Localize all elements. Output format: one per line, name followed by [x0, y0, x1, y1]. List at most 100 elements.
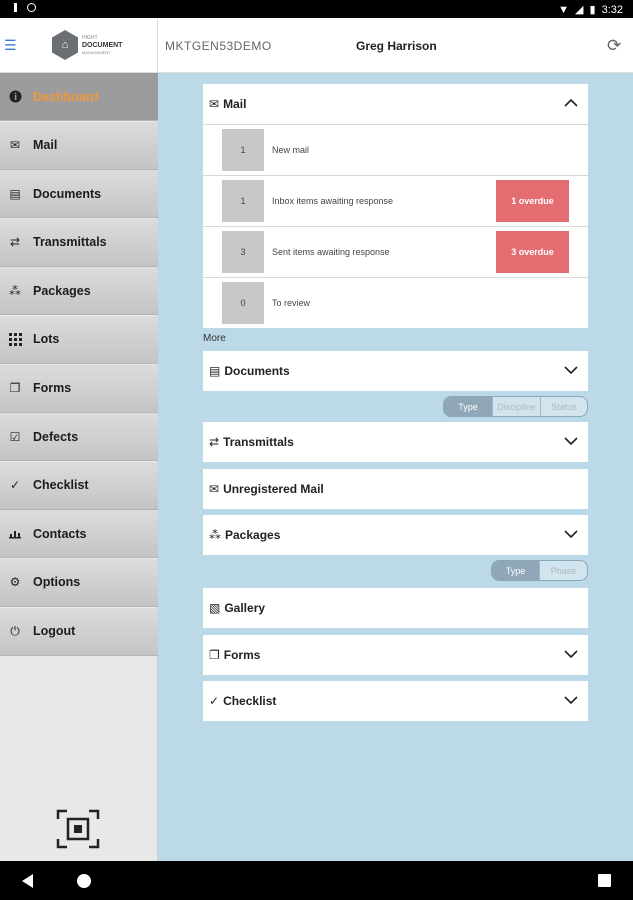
power-icon: ⏻ — [10, 623, 20, 638]
contacts-chart-icon — [8, 527, 22, 541]
transmittals-card[interactable]: ⇄ Transmittals — [203, 422, 588, 462]
mail-card: ✉ Mail 1 New mail 1 Inbox items awaiting… — [203, 84, 588, 328]
grid-icon — [8, 332, 22, 346]
checklist-icon: ✓ — [9, 478, 21, 493]
header-divider — [157, 18, 158, 73]
documents-card[interactable]: ▤ Documents — [203, 351, 588, 391]
chevron-up-icon[interactable] — [564, 96, 578, 110]
sidebar-item-label: Lots — [33, 332, 60, 347]
clock: 3:32 — [601, 3, 623, 16]
mail-row-inbox-awaiting[interactable]: 1 Inbox items awaiting response 1 overdu… — [203, 175, 588, 226]
logo-line-1: HIGHT — [82, 34, 98, 41]
gear-icon: ⚙ — [9, 575, 21, 590]
logo-line-3: MANAGEMENT — [82, 49, 111, 55]
card-title: Mail — [223, 97, 247, 111]
mail-count: 0 — [222, 282, 264, 324]
card-title: Transmittals — [223, 435, 294, 449]
transmittal-arrows-icon: ⇄ — [9, 235, 21, 250]
checklist-icon: ✓ — [209, 694, 220, 708]
chevron-down-icon[interactable] — [564, 434, 578, 448]
logo-hexagon: ⌂ — [52, 30, 78, 60]
wifi-icon: ▼ — [558, 3, 570, 16]
card-title: Documents — [224, 364, 290, 378]
card-title: Gallery — [224, 601, 266, 615]
sidebar-item-label: Logout — [33, 624, 76, 639]
recent-apps-icon[interactable] — [598, 874, 611, 887]
sidebar-item-label: Packages — [33, 283, 91, 298]
project-code: MKTGEN53DEMO — [165, 39, 272, 53]
sidebar-item-label: Defects — [33, 429, 79, 444]
segment-type[interactable]: Type — [492, 561, 539, 580]
sidebar-item-options[interactable]: ⚙ Options — [0, 558, 158, 607]
segment-status[interactable]: Status — [540, 397, 587, 416]
back-icon[interactable] — [22, 874, 33, 888]
status-bar: ▼ ◢ ▮ 3:32 — [0, 0, 633, 18]
sync-status-icon — [27, 3, 36, 12]
sidebar-item-checklist[interactable]: ✓ Checklist — [0, 461, 158, 510]
mail-row-label: Sent items awaiting response — [272, 247, 390, 257]
transmittal-arrows-icon: ⇄ — [209, 435, 220, 449]
sidebar-item-dashboard[interactable]: Dashboard — [0, 73, 158, 121]
segment-phase[interactable]: Phase — [539, 561, 587, 580]
more-link[interactable]: More — [203, 333, 226, 344]
mail-row-label: New mail — [272, 145, 310, 155]
sidebar-item-contacts[interactable]: Contacts — [0, 510, 158, 559]
sidebar-item-packages[interactable]: ⁂ Packages — [0, 267, 158, 316]
mail-card-header[interactable]: ✉ Mail — [203, 84, 588, 124]
sidebar-item-logout[interactable]: ⏻ Logout — [0, 607, 158, 656]
overdue-badge[interactable]: 3 overdue — [496, 231, 569, 273]
menu-list-icon[interactable]: ☰ — [4, 38, 17, 52]
home-icon[interactable] — [77, 874, 91, 888]
card-title: Packages — [225, 528, 281, 542]
app-header: ☰ ⌂ HIGHT DOCUMENT MANAGEMENT MKTGEN53DE… — [0, 18, 633, 73]
sidebar-item-lots[interactable]: Lots — [0, 315, 158, 364]
checklist-card[interactable]: ✓ Checklist — [203, 681, 588, 721]
gallery-card[interactable]: ▧ Gallery — [203, 588, 588, 628]
mail-row-new-mail[interactable]: 1 New mail — [203, 124, 588, 175]
gallery-icon: ▧ — [209, 601, 221, 615]
chevron-down-icon[interactable] — [564, 693, 578, 707]
packages-card[interactable]: ⁂ Packages — [203, 515, 588, 555]
chevron-down-icon[interactable] — [564, 647, 578, 661]
documents-group-toggle: Type Discipline Status — [443, 396, 588, 417]
sidebar-item-label: Contacts — [33, 526, 87, 541]
sidebar-item-documents[interactable]: ▤ Documents — [0, 170, 158, 219]
info-icon — [8, 90, 22, 104]
envelope-icon: ✉ — [9, 138, 21, 153]
sidebar-item-mail[interactable]: ✉ Mail — [0, 121, 158, 170]
scan-code-icon[interactable] — [56, 809, 100, 849]
chevron-down-icon[interactable] — [564, 363, 578, 377]
package-icon: ⁂ — [209, 528, 221, 542]
mail-row-to-review[interactable]: 0 To review — [203, 277, 588, 328]
envelope-icon: ✉ — [209, 482, 220, 496]
segment-type[interactable]: Type — [444, 397, 492, 416]
mail-row-sent-awaiting[interactable]: 3 Sent items awaiting response 3 overdue — [203, 226, 588, 277]
mail-count: 1 — [222, 180, 264, 222]
user-name: Greg Harrison — [356, 39, 437, 53]
forms-icon: ❐ — [9, 381, 21, 396]
sidebar-item-label: Documents — [33, 186, 102, 201]
sidebar-item-label: Checklist — [33, 478, 89, 493]
sidebar-item-label: Transmittals — [33, 235, 107, 250]
signal-icon: ◢ — [575, 4, 584, 16]
sidebar-item-forms[interactable]: ❐ Forms — [0, 364, 158, 413]
forms-card[interactable]: ❐ Forms — [203, 635, 588, 675]
refresh-icon[interactable]: ⟳ — [607, 36, 621, 56]
sidebar: Dashboard ✉ Mail ▤ Documents ⇄ Transmitt… — [0, 73, 158, 861]
envelope-icon: ✉ — [209, 97, 220, 111]
unregistered-mail-card[interactable]: ✉ Unregistered Mail — [203, 469, 588, 509]
segment-discipline[interactable]: Discipline — [492, 397, 540, 416]
forms-icon: ❐ — [209, 648, 220, 662]
package-icon: ⁂ — [9, 283, 21, 298]
mail-row-label: Inbox items awaiting response — [272, 196, 394, 206]
sidebar-item-transmittals[interactable]: ⇄ Transmittals — [0, 218, 158, 267]
sidebar-item-label: Mail — [33, 138, 58, 153]
chevron-down-icon[interactable] — [564, 527, 578, 541]
card-title: Forms — [223, 648, 261, 662]
notification-icon — [14, 3, 17, 12]
card-title: Unregistered Mail — [223, 482, 324, 496]
mail-row-label: To review — [272, 298, 311, 308]
mail-count: 1 — [222, 129, 264, 171]
overdue-badge[interactable]: 1 overdue — [496, 180, 569, 222]
sidebar-item-defects[interactable]: ☑ Defects — [0, 413, 158, 462]
